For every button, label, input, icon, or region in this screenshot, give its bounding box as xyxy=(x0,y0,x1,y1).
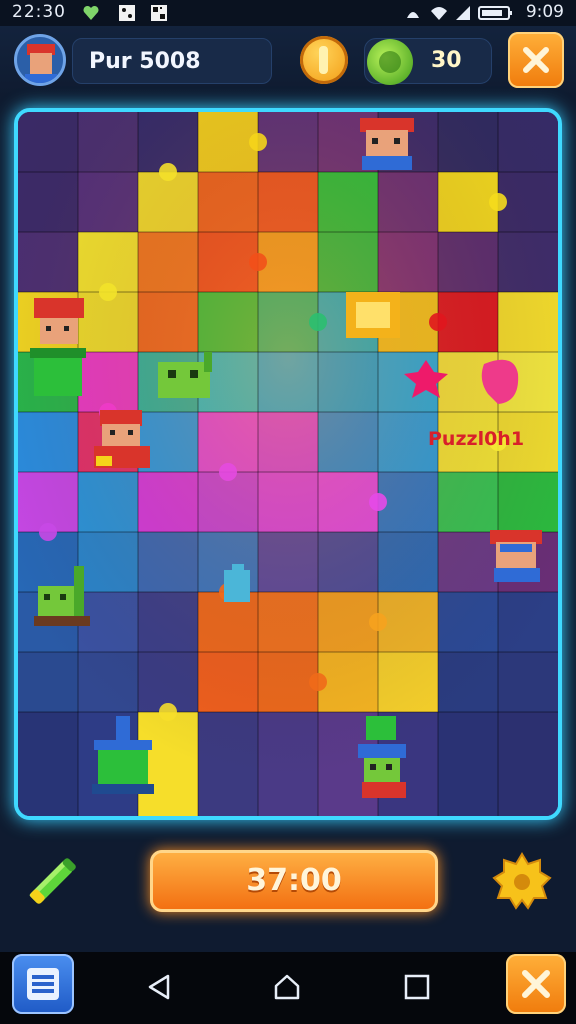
menu-button[interactable] xyxy=(12,954,74,1014)
puzzle-grid[interactable] xyxy=(18,112,558,816)
player-avatar[interactable] xyxy=(14,34,66,86)
avatar-face xyxy=(30,53,52,75)
close-icon xyxy=(522,970,550,998)
status-bar: 22:30 9:09 xyxy=(0,0,576,26)
dice-icon xyxy=(119,5,135,21)
close-button-top[interactable] xyxy=(508,32,564,88)
back-icon[interactable] xyxy=(144,972,174,1002)
notification-icon xyxy=(407,12,419,18)
timer-button[interactable]: 37:00 xyxy=(150,850,438,912)
status-time-right: 9:09 xyxy=(525,2,564,22)
coin-icon[interactable] xyxy=(300,36,348,84)
player-name: Pur 5008 xyxy=(89,49,201,74)
gear-icon[interactable] xyxy=(490,850,554,914)
signal-icon xyxy=(456,6,470,20)
avatar-body xyxy=(25,74,57,83)
character-sprite[interactable] xyxy=(346,292,400,338)
gem-count: 30 xyxy=(431,48,462,73)
gem-counter: 30 xyxy=(364,38,492,85)
navigation-bar xyxy=(0,952,576,1024)
close-button-bottom[interactable] xyxy=(506,954,566,1014)
puzzle-board[interactable]: Puzzl0h1 xyxy=(14,108,562,820)
game-header: Pur 5008 30 xyxy=(0,26,576,96)
player-name-box: Pur 5008 xyxy=(72,38,272,84)
menu-icon xyxy=(27,968,59,1000)
status-time-left: 22:30 xyxy=(12,2,66,22)
recents-icon[interactable] xyxy=(402,972,432,1002)
home-icon[interactable] xyxy=(272,972,302,1002)
pencil-icon[interactable] xyxy=(22,850,84,912)
qr-icon xyxy=(151,5,167,21)
board-label: Puzzl0h1 xyxy=(428,428,525,450)
heart-icon xyxy=(83,5,99,20)
character-sprite[interactable] xyxy=(360,118,414,170)
gem-icon xyxy=(367,39,413,85)
timer-value: 37:00 xyxy=(246,863,342,898)
battery-icon xyxy=(478,6,512,20)
wifi-icon xyxy=(431,7,447,20)
close-icon xyxy=(523,47,549,73)
character-sprite[interactable] xyxy=(490,530,542,582)
